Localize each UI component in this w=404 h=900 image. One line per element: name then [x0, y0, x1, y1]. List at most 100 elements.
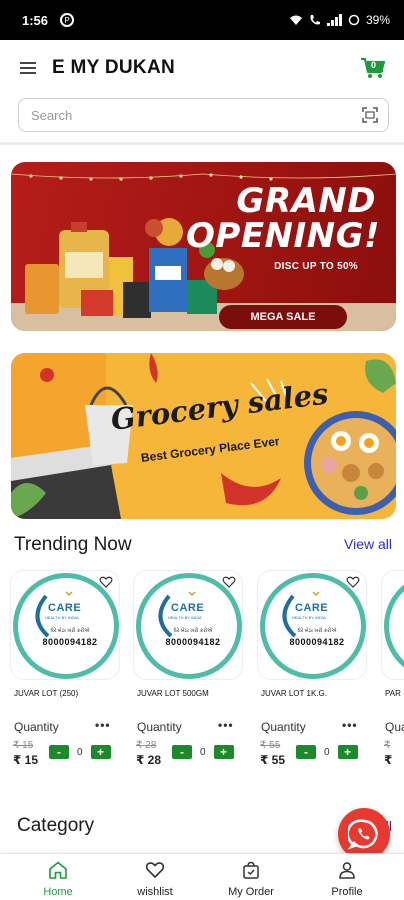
increase-button[interactable]: + [213, 745, 234, 759]
app-header: E MY DUKAN 0 [0, 40, 404, 96]
quantity-label: Quantity [261, 720, 306, 734]
quantity-stepper: - 0 + [296, 745, 358, 759]
cart-button[interactable]: 0 [360, 56, 386, 80]
wifi-icon [289, 15, 302, 25]
nav-home-label: Home [43, 886, 73, 898]
banner-title: GRAND OPENING! [186, 181, 381, 256]
nav-profile[interactable]: Profile [302, 861, 392, 898]
nav-my-order-label: My Order [228, 886, 274, 898]
product-price: ₹ [384, 753, 393, 767]
product-card[interactable]: CARE HEALTH BY INDIA ઘેરે બેઠા ખરી કરીએ … [257, 570, 367, 767]
bottom-navigation: Home wishlist My Order Profile [0, 853, 404, 900]
product-mrp: ₹ 15 [13, 740, 34, 751]
battery-icon [348, 14, 360, 26]
product-mrp: ₹ 55 [260, 740, 281, 751]
decrease-button[interactable]: - [49, 745, 69, 759]
wishlist-heart-icon[interactable] [222, 575, 236, 589]
status-time: 1:56 [22, 12, 49, 28]
app-title: E MY DUKAN [52, 57, 175, 78]
more-options-icon[interactable]: ••• [95, 718, 111, 732]
logo-brand: CARE [48, 602, 82, 614]
product-price: ₹ 28 [136, 753, 162, 767]
quantity-value: 0 [324, 746, 330, 758]
logo-brand: CARE [171, 602, 205, 614]
header-divider [0, 142, 404, 145]
quantity-stepper: - 0 + [49, 745, 111, 759]
logo-tagline: HEALTH BY INDIA [292, 615, 326, 620]
quantity-label: Quantity [14, 720, 59, 734]
quantity-value: 0 [77, 746, 83, 758]
product-name: JUVAR LOT (250) [14, 689, 79, 698]
status-icons: 39% [289, 13, 390, 27]
logo-phone: 8000094182 [165, 637, 221, 647]
product-card[interactable]: CARE HEALTH BY INDIA ઘેરે બેઠા ખરી કરીએ … [10, 570, 120, 767]
logo-tagline: HEALTH BY INDIA [45, 615, 79, 620]
nav-profile-label: Profile [331, 886, 363, 898]
logo-phone: 8000094182 [42, 637, 98, 647]
product-name: JUVAR LOT 500GM [137, 689, 209, 698]
product-card[interactable]: PAR Quantity ₹ ₹ - 0 + [381, 570, 404, 767]
logo-phone: 8000094182 [289, 637, 345, 647]
product-image[interactable] [381, 570, 404, 680]
product-price: ₹ 55 [260, 753, 286, 767]
category-title: Category [17, 815, 95, 836]
product-image[interactable]: CARE HEALTH BY INDIA ઘેરે બેઠા ખરી કરીએ … [257, 570, 367, 680]
logo-gujarati-text: ઘેરે બેઠા ખરી કરીએ [50, 628, 90, 634]
decrease-button[interactable]: - [172, 745, 192, 759]
more-options-icon[interactable]: ••• [342, 718, 358, 732]
bag-icon [243, 861, 259, 879]
product-image[interactable]: CARE HEALTH BY INDIA ઘેરે બેઠા ખરી કરીએ … [133, 570, 243, 680]
menu-icon[interactable] [20, 62, 36, 74]
decrease-button[interactable]: - [296, 745, 316, 759]
home-icon [49, 861, 67, 879]
banner-subtitle: DISC UP TO 50% [274, 261, 358, 272]
quantity-stepper: - 0 + [172, 745, 234, 759]
scan-icon[interactable] [362, 107, 378, 123]
care-logo [384, 573, 404, 679]
cart-count: 0 [371, 60, 377, 70]
call-icon [310, 15, 320, 25]
user-icon [339, 862, 355, 879]
grocery-sales-banner[interactable]: Grocery sales Best Grocery Place Ever [11, 353, 396, 519]
product-name: PAR [385, 689, 401, 698]
care-swoosh-icon [158, 591, 196, 638]
grocery-sales-scene [11, 353, 396, 519]
battery-level: 39% [365, 13, 390, 27]
signal-icon [326, 14, 342, 26]
product-price: ₹ 15 [13, 753, 39, 767]
increase-button[interactable]: + [337, 745, 358, 759]
quantity-label: Quantity [137, 720, 182, 734]
nav-wishlist[interactable]: wishlist [110, 861, 200, 898]
logo-tagline: HEALTH BY INDIA [168, 615, 202, 620]
search-input[interactable] [31, 107, 362, 123]
trending-title: Trending Now [14, 534, 132, 555]
logo-gujarati-text: ઘેરે બેઠા ખરી કરીએ [173, 628, 213, 634]
trending-view-all-link[interactable]: View all [344, 536, 392, 552]
wishlist-heart-icon[interactable] [346, 575, 360, 589]
whatsapp-icon [348, 819, 378, 850]
product-card[interactable]: CARE HEALTH BY INDIA ઘેરે બેઠા ખરી કરીએ … [133, 570, 243, 767]
search-bar[interactable] [18, 98, 389, 132]
product-mrp: ₹ 28 [136, 740, 157, 751]
notification-icon: P [60, 13, 75, 27]
heart-icon [145, 862, 165, 879]
product-image[interactable]: CARE HEALTH BY INDIA ઘેરે બેઠા ખરી કરીએ … [10, 570, 120, 680]
nav-my-order[interactable]: My Order [206, 861, 296, 898]
wishlist-heart-icon[interactable] [99, 575, 113, 589]
nav-wishlist-label: wishlist [137, 886, 173, 898]
quantity-value: 0 [200, 746, 206, 758]
logo-brand: CARE [295, 602, 329, 614]
trending-products-list: CARE HEALTH BY INDIA ઘેરે બેઠા ખરી કરીએ … [0, 570, 404, 775]
product-mrp: ₹ [384, 740, 391, 751]
increase-button[interactable]: + [90, 745, 111, 759]
nav-home[interactable]: Home [13, 861, 103, 898]
care-swoosh-icon [35, 591, 73, 638]
more-options-icon[interactable]: ••• [218, 718, 234, 732]
logo-gujarati-text: ઘેરે બેઠા ખરી કરીએ [297, 628, 337, 634]
status-bar: 1:56 P 39% [0, 0, 404, 40]
grand-opening-banner[interactable]: GRAND OPENING! DISC UP TO 50% MEGA SALE [11, 162, 396, 331]
product-name: JUVAR LOT 1K.G. [261, 689, 327, 698]
mega-sale-button[interactable]: MEGA SALE [219, 305, 347, 329]
quantity-label: Quantity [385, 720, 404, 734]
care-swoosh-icon [282, 591, 320, 638]
